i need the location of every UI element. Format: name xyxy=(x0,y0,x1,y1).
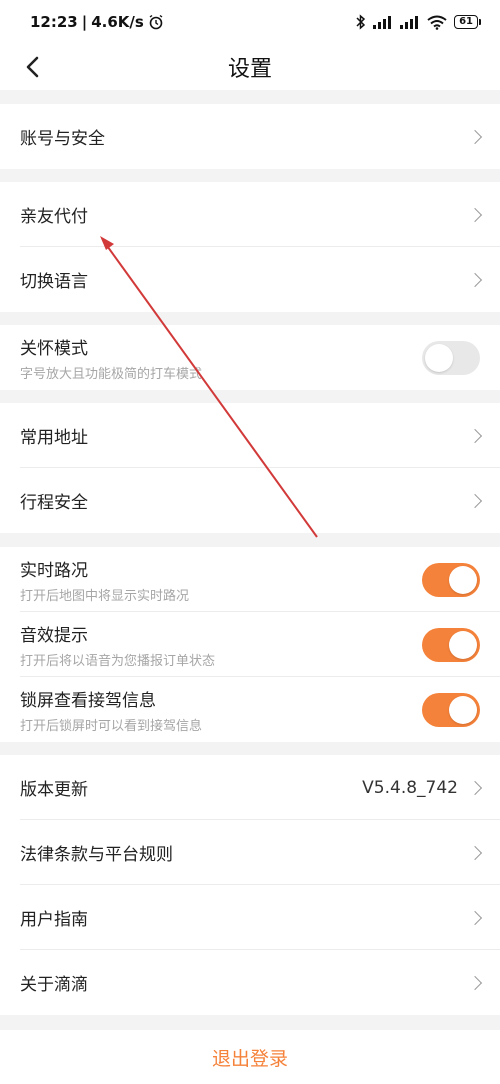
settings-item-description: 字号放大且功能极简的打车模式 xyxy=(20,366,203,382)
settings-item-label: 关怀模式 xyxy=(20,338,88,359)
settings-item-label: 锁屏查看接驾信息 xyxy=(20,690,156,711)
chevron-right-icon xyxy=(467,207,483,222)
care-mode-toggle[interactable] xyxy=(422,340,480,375)
lockscreen-toggle[interactable] xyxy=(422,692,480,727)
alarm-icon xyxy=(149,14,163,30)
traffic-toggle[interactable] xyxy=(422,562,480,597)
settings-item-version[interactable]: 版本更新 V5.4.8_742 xyxy=(0,755,500,820)
settings-item-common-address[interactable]: 常用地址 xyxy=(0,403,500,468)
title-bar: 设置 xyxy=(0,44,500,90)
settings-item-label: 关于滴滴 xyxy=(20,975,88,995)
settings-item-description: 打开后将以语音为您播报订单状态 xyxy=(20,653,216,669)
settings-item-trip-safety[interactable]: 行程安全 xyxy=(0,468,500,533)
settings-item-label: 常用地址 xyxy=(20,428,88,448)
sound-toggle[interactable] xyxy=(422,627,480,662)
settings-item-about[interactable]: 关于滴滴 xyxy=(0,950,500,1015)
settings-item-description: 打开后地图中将显示实时路况 xyxy=(20,588,190,604)
settings-item-account[interactable]: 账号与安全 xyxy=(0,104,500,169)
version-number: V5.4.8_742 xyxy=(362,777,458,798)
battery-indicator: 61 xyxy=(454,15,481,29)
chevron-right-icon xyxy=(467,845,483,860)
toggle-knob xyxy=(449,695,477,724)
settings-item-label: 音效提示 xyxy=(20,625,88,646)
settings-item-label: 用户指南 xyxy=(20,910,88,930)
network-speed: 4.6K/s xyxy=(91,13,144,31)
settings-item-care-mode: 关怀模式 字号放大且功能极简的打车模式 xyxy=(0,325,500,390)
page-title: 设置 xyxy=(227,57,272,82)
settings-item-label: 法律条款与平台规则 xyxy=(20,845,173,865)
bluetooth-icon xyxy=(356,14,366,30)
chevron-right-icon xyxy=(467,975,483,990)
chevron-right-icon xyxy=(467,129,483,144)
settings-item-label: 亲友代付 xyxy=(20,207,88,227)
settings-item-label: 账号与安全 xyxy=(20,129,105,149)
settings-item-lockscreen: 锁屏查看接驾信息 打开后锁屏时可以看到接驾信息 xyxy=(0,677,500,742)
settings-item-guide[interactable]: 用户指南 xyxy=(0,885,500,950)
status-bar: 12:23 | 4.6K/s 61 xyxy=(0,0,500,44)
wifi-icon xyxy=(427,15,447,30)
settings-item-label: 切换语言 xyxy=(20,272,88,292)
settings-item-family-pay[interactable]: 亲友代付 xyxy=(0,182,500,247)
settings-item-label: 行程安全 xyxy=(20,493,88,513)
toggle-knob xyxy=(449,630,477,659)
settings-item-sound: 音效提示 打开后将以语音为您播报订单状态 xyxy=(0,612,500,677)
settings-item-label: 实时路况 xyxy=(20,560,88,581)
chevron-right-icon xyxy=(467,272,483,287)
chevron-right-icon xyxy=(467,428,483,443)
back-arrow-icon[interactable] xyxy=(18,51,50,83)
chevron-right-icon xyxy=(467,493,483,508)
chevron-right-icon xyxy=(467,780,483,795)
signal-icon xyxy=(373,16,392,29)
chevron-right-icon xyxy=(467,910,483,925)
settings-item-language[interactable]: 切换语言 xyxy=(0,247,500,312)
settings-item-label: 版本更新 xyxy=(20,780,88,800)
toggle-knob xyxy=(425,343,453,372)
settings-item-description: 打开后锁屏时可以看到接驾信息 xyxy=(20,718,203,734)
toggle-knob xyxy=(449,565,477,594)
status-time: 12:23 xyxy=(30,13,78,31)
signal-hd-icon xyxy=(400,16,419,29)
logout-button[interactable]: 退出登录 xyxy=(0,1030,500,1084)
settings-item-legal[interactable]: 法律条款与平台规则 xyxy=(0,820,500,885)
settings-item-traffic: 实时路况 打开后地图中将显示实时路况 xyxy=(0,547,500,612)
